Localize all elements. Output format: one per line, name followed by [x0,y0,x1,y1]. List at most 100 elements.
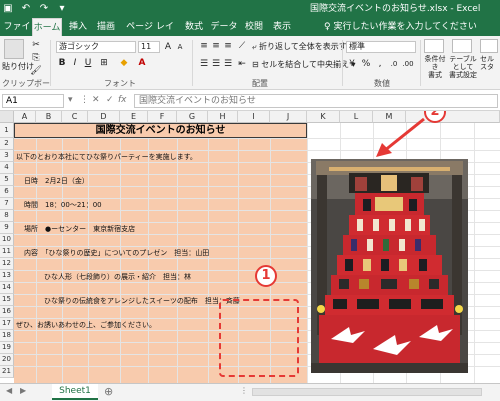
tab-formulas[interactable]: 数式 [182,18,206,36]
tab-view[interactable]: 表示 [270,18,294,36]
row-header-21[interactable]: 21 [0,366,14,378]
copy-icon[interactable]: ⎘ [30,52,42,64]
tab-file[interactable]: ファイル [2,18,32,50]
column-header-c[interactable]: C [62,111,88,123]
column-header-j[interactable]: J [270,111,307,123]
horizontal-scrollbar[interactable] [252,388,482,396]
tab-insert[interactable]: 挿入 [66,18,90,36]
hina-doll-photo[interactable] [311,159,468,373]
clipboard-icon[interactable] [4,39,24,59]
column-header-f[interactable]: F [148,111,177,123]
undo-icon[interactable]: ↶ [20,2,32,16]
conditional-format-icon[interactable] [424,39,444,53]
next-sheet-icon[interactable]: ▶ [20,386,26,395]
cell-b11[interactable]: 内容 「ひな祭りの歴史」についてのプレゼン 担当：山田 [24,248,209,258]
add-sheet-icon[interactable]: ⊕ [104,384,113,400]
cell-c15[interactable]: ひな祭りの伝統食をアレンジしたスイーツの配布 担当：斉藤 [44,296,240,306]
tab-review[interactable]: 校閲 [242,18,266,36]
shrink-font-icon[interactable]: A [174,41,186,53]
row-header-1[interactable]: 1 [0,123,14,138]
cut-icon[interactable]: ✂ [30,39,42,51]
row-header-7[interactable]: 7 [0,198,14,210]
row-header-8[interactable]: 8 [0,210,14,222]
row-header-12[interactable]: 12 [0,258,14,270]
sheet-tab-sheet1[interactable]: Sheet1 [52,384,98,400]
wrap-text-button[interactable]: ⤶ 折り返して全体を表示する [252,41,355,52]
conditional-format-button[interactable]: 条件付き 書式 [422,55,448,79]
cell-styles-icon[interactable] [480,39,498,53]
row-header-17[interactable]: 17 [0,318,14,330]
row-header-5[interactable]: 5 [0,174,14,186]
font-color-icon[interactable]: A [136,57,148,69]
dropdown-icon[interactable]: ▾ [56,2,68,16]
format-as-table-button[interactable]: テーブルとして 書式設定 [448,55,478,79]
column-header-i[interactable]: I [238,111,270,123]
tell-me-box[interactable]: ♀ 実行したい作業を入力してください [324,18,477,36]
cell-a17[interactable]: ぜひ、お誘いあわせの上、ご参加ください。 [16,320,156,330]
align-right-icon[interactable]: ☰ [222,58,234,70]
align-bottom-icon[interactable]: ≡ [222,40,234,52]
save-icon[interactable]: ▣ [2,2,14,16]
scroll-options-icon[interactable]: ⋮ [240,386,248,395]
fill-color-icon[interactable]: ◆ [118,57,130,69]
select-all-corner[interactable] [0,111,14,123]
row-header-4[interactable]: 4 [0,162,14,174]
cell-b7[interactable]: 時間 18：00～21：00 [24,200,102,210]
cancel-icon[interactable]: ✕ [92,95,100,105]
name-box[interactable]: A1 [2,94,64,108]
row-header-16[interactable]: 16 [0,306,14,318]
row-header-15[interactable]: 15 [0,294,14,306]
row-header-11[interactable]: 11 [0,246,14,258]
row-header-9[interactable]: 9 [0,222,14,234]
column-header-h[interactable]: H [208,111,238,123]
formula-input[interactable]: 国際交流イベントのお知らせ [134,94,498,108]
cell-c13[interactable]: ひな人形（七段飾り）の展示・紹介 担当：林 [44,272,191,282]
decrease-decimal-icon[interactable]: .00 [402,58,414,70]
prev-sheet-icon[interactable]: ◀ [6,386,12,395]
italic-icon[interactable]: I [69,57,81,69]
tab-data[interactable]: データ [210,18,238,36]
grow-font-icon[interactable]: A [162,41,174,53]
redo-icon[interactable]: ↷ [38,2,50,16]
row-header-10[interactable]: 10 [0,234,14,246]
column-header-e[interactable]: E [120,111,148,123]
tab-draw[interactable]: 描画 [94,18,118,36]
indent-icon[interactable]: ⇤ [236,58,248,70]
merge-center-button[interactable]: ⊟ セルを結合して中央揃え ▾ [252,59,356,70]
font-size-select[interactable]: 11 [138,41,160,53]
row-header-14[interactable]: 14 [0,282,14,294]
orientation-icon[interactable]: ⟋ [236,40,248,52]
align-top-icon[interactable]: ≡ [198,40,210,52]
border-icon[interactable]: ⊞ [98,57,110,69]
column-header-g[interactable]: G [177,111,208,123]
row-header-20[interactable]: 20 [0,354,14,366]
row-header-13[interactable]: 13 [0,270,14,282]
percent-icon[interactable]: % [360,58,372,70]
cell-b5[interactable]: 日時 2月2日（金） [24,176,89,186]
currency-icon[interactable]: ¥ [346,58,358,70]
column-header-a[interactable]: A [14,111,36,123]
insert-function-icon[interactable]: fx [118,95,127,105]
bold-icon[interactable]: B [56,57,68,69]
row-header-6[interactable]: 6 [0,186,14,198]
number-format-select[interactable]: 標準 [346,41,416,53]
cell-a3[interactable]: 以下のとおり本社にてひな祭りパーティーを実施します。 [16,152,197,162]
increase-decimal-icon[interactable]: .0 [388,58,400,70]
column-header-b[interactable]: B [36,111,62,123]
format-painter-icon[interactable]: 🖌 [30,65,42,77]
font-name-select[interactable]: 游ゴシック [56,41,136,53]
comma-icon[interactable]: , [374,58,386,70]
column-header-d[interactable]: D [88,111,120,123]
row-header-19[interactable]: 19 [0,342,14,354]
tab-page-layout[interactable]: ページ レイアウト [122,18,178,50]
enter-icon[interactable]: ✓ [106,95,114,105]
cell-b9[interactable]: 場所 ●ーセンター 東京新宿支店 [24,224,135,234]
row-header-3[interactable]: 3 [0,150,14,162]
column-header-k[interactable]: K [307,111,340,123]
align-left-icon[interactable]: ☰ [198,58,210,70]
row-header-18[interactable]: 18 [0,330,14,342]
align-middle-icon[interactable]: ≡ [210,40,222,52]
align-center-icon[interactable]: ☰ [210,58,222,70]
tab-home[interactable]: ホーム [32,18,62,36]
underline-icon[interactable]: U [82,57,94,69]
